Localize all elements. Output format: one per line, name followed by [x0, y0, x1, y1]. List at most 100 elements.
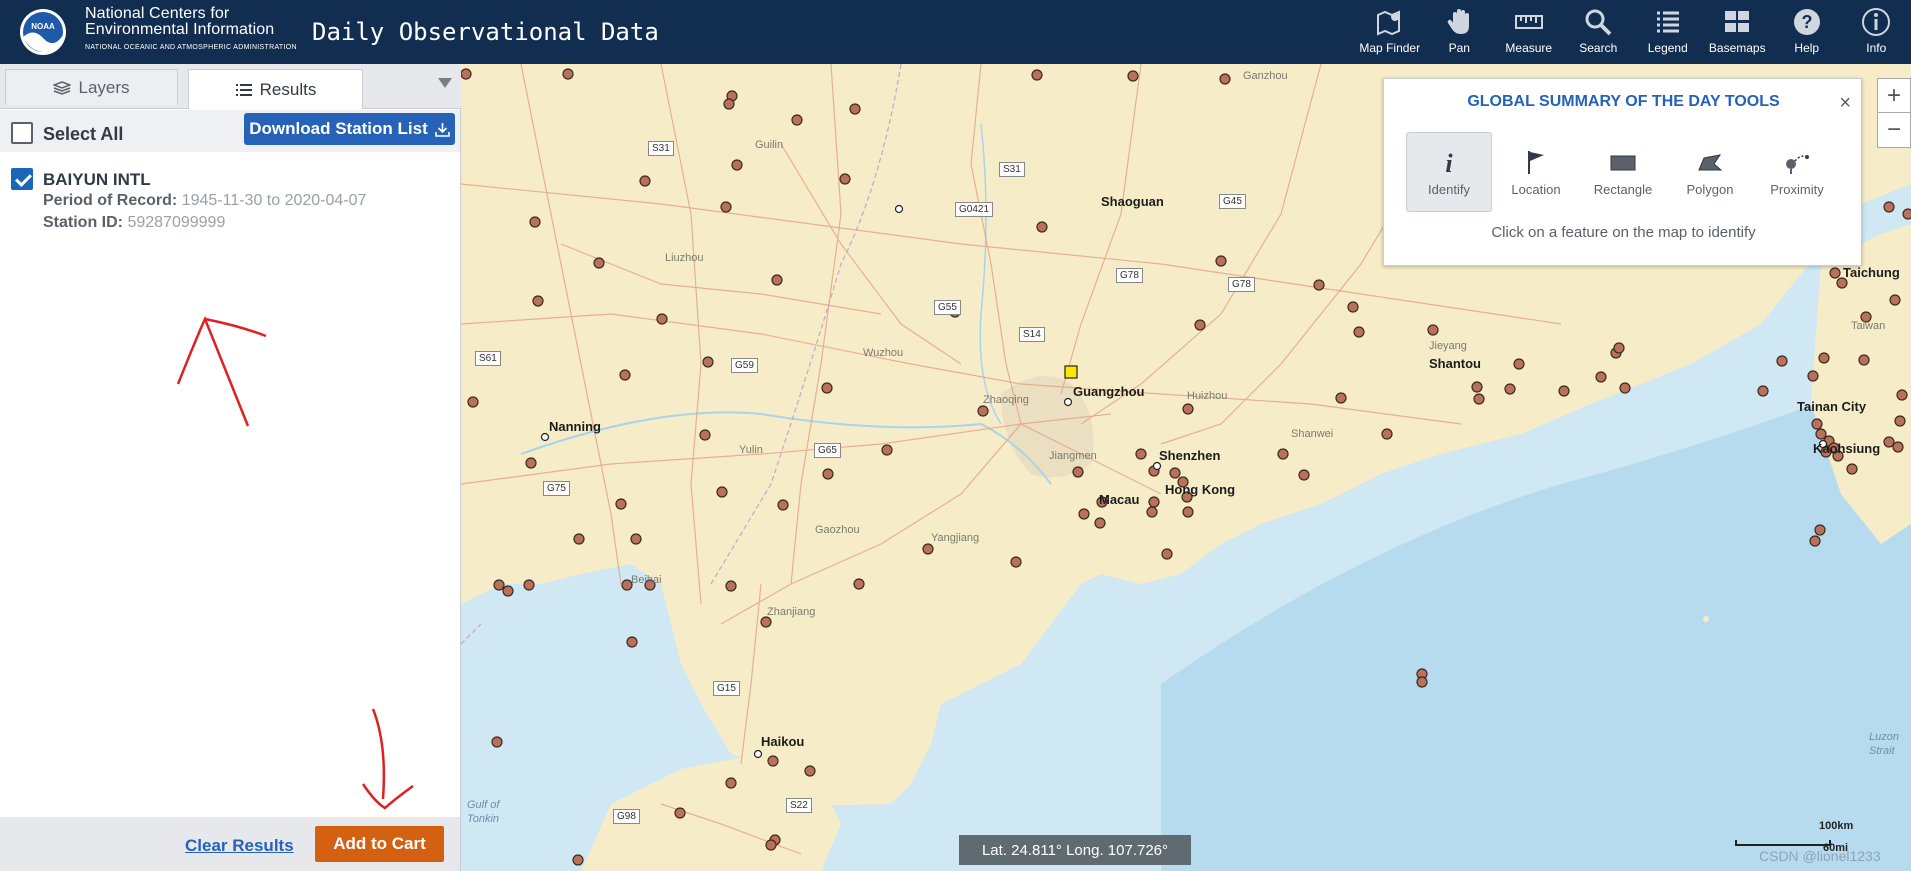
- water-label: Gulf of Tonkin: [467, 799, 500, 825]
- place-label: Ganzhou: [1243, 70, 1288, 82]
- search-label: Search: [1579, 41, 1618, 55]
- period-of-record: Period of Record: 1945-11-30 to 2020-04-…: [43, 192, 366, 210]
- proximity-label: Proximity: [1770, 181, 1824, 197]
- legend-button[interactable]: Legend: [1633, 0, 1703, 64]
- search-icon: [1585, 9, 1612, 36]
- location-tool-button[interactable]: Location: [1493, 132, 1579, 212]
- place-label: Tainan City: [1797, 399, 1867, 414]
- zoom-out-button[interactable]: −: [1878, 113, 1910, 147]
- station-name[interactable]: BAIYUN INTL: [43, 170, 151, 190]
- place-label: Guangzhou: [1073, 384, 1145, 399]
- scale-line: [1735, 840, 1831, 846]
- basemaps-button[interactable]: Basemaps: [1703, 0, 1773, 64]
- tab-layers-label: Layers: [78, 77, 130, 97]
- location-label: Location: [1511, 181, 1561, 197]
- info-label: Info: [1866, 41, 1887, 55]
- road-shield: G0421: [955, 202, 994, 217]
- app-title: Daily Observational Data: [312, 18, 659, 46]
- polygon-tool-button[interactable]: Polygon: [1667, 132, 1753, 212]
- place-label: Yulin: [739, 444, 763, 456]
- layers-icon: [53, 80, 72, 95]
- select-all-checkbox[interactable]: [11, 122, 33, 144]
- place-label: Shenzhen: [1159, 448, 1221, 463]
- road-shield: S14: [1019, 327, 1045, 342]
- sidebar-tabs: Layers Results: [0, 64, 461, 109]
- pan-button[interactable]: Pan: [1425, 0, 1495, 64]
- water-label: Luzon Strait: [1869, 731, 1899, 757]
- download-station-list-button[interactable]: Download Station List: [244, 113, 455, 145]
- zoom-in-button[interactable]: +: [1878, 79, 1910, 113]
- flag-icon: [1528, 150, 1544, 174]
- place-label: Zhanjiang: [767, 606, 816, 618]
- tools-row: i Identify Location Rectangle Polygon Pr…: [1406, 132, 1841, 212]
- measure-ruler-icon: [1514, 15, 1543, 29]
- station-id-value: 59287099999: [127, 214, 226, 231]
- polygon-label: Polygon: [1686, 181, 1734, 197]
- proximity-icon: [1786, 154, 1809, 174]
- place-label: Jieyang: [1429, 340, 1467, 352]
- add-to-cart-button[interactable]: Add to Cart: [315, 826, 444, 862]
- proximity-tool-button[interactable]: Proximity: [1754, 132, 1840, 212]
- place-label: Huizhou: [1187, 390, 1228, 402]
- clear-results-link[interactable]: Clear Results: [185, 836, 294, 856]
- measure-label: Measure: [1505, 41, 1553, 55]
- help-button[interactable]: ? Help: [1772, 0, 1842, 64]
- rectangle-tool-button[interactable]: Rectangle: [1580, 132, 1666, 212]
- selected-station-marker: [1064, 365, 1078, 379]
- annotation-arrow-up: [176, 315, 267, 427]
- watermark: CSDN @lionel1233: [1759, 848, 1881, 864]
- road-shield: S61: [475, 351, 501, 366]
- place-label: Kaohsiung: [1813, 441, 1881, 456]
- tab-results[interactable]: Results: [188, 69, 363, 109]
- info-button[interactable]: Info: [1842, 0, 1911, 64]
- noaa-logo: NOAA: [20, 9, 66, 55]
- tab-layers[interactable]: Layers: [5, 69, 178, 105]
- app-header: NOAA National Centers for Environmental …: [0, 0, 1911, 64]
- place-label: Nanning: [549, 419, 601, 434]
- identify-label: Identify: [1428, 181, 1470, 197]
- map-finder-label: Map Finder: [1359, 41, 1421, 55]
- tools-panel-hint: Click on a feature on the map to identif…: [1491, 224, 1756, 241]
- place-label: Shanwei: [1291, 428, 1334, 440]
- tools-panel-title: GLOBAL SUMMARY OF THE DAY TOOLS: [1467, 93, 1780, 110]
- station-id: Station ID: 59287099999: [43, 214, 225, 232]
- result-checkbox[interactable]: [11, 168, 33, 190]
- download-icon: [434, 122, 450, 137]
- map-finder-icon: [1376, 10, 1400, 36]
- place-label: Beihai: [631, 574, 662, 586]
- identify-tool-button[interactable]: i Identify: [1406, 132, 1492, 212]
- annotation-arrow-down: [361, 708, 414, 810]
- help-label: Help: [1794, 41, 1820, 55]
- main-toolbar: Map Finder Pan Measure Search Legend Bas…: [1355, 0, 1911, 64]
- org-line-3: NATIONAL OCEANIC AND ATMOSPHERIC ADMINIS…: [85, 44, 297, 51]
- org-name: National Centers for Environmental Infor…: [85, 6, 297, 56]
- app-window: NOAA National Centers for Environmental …: [0, 0, 1911, 871]
- road-shield: G75: [543, 481, 570, 496]
- road-shield: G59: [731, 358, 758, 373]
- svg-text:i: i: [1445, 149, 1453, 176]
- station-id-label: Station ID:: [43, 214, 123, 231]
- place-label: Macau: [1099, 492, 1140, 507]
- search-button[interactable]: Search: [1564, 0, 1634, 64]
- measure-button[interactable]: Measure: [1494, 0, 1564, 64]
- place-label: Yangjiang: [931, 532, 980, 544]
- basemaps-icon: [1725, 11, 1750, 32]
- road-shield: G65: [814, 443, 841, 458]
- download-label: Download Station List: [249, 119, 428, 138]
- road-shield: G45: [1219, 194, 1246, 209]
- period-value: 1945-11-30 to 2020-04-07: [181, 192, 367, 209]
- gsod-tools-panel: GLOBAL SUMMARY OF THE DAY TOOLS × i Iden…: [1383, 78, 1862, 266]
- map-finder-button[interactable]: Map Finder: [1355, 0, 1425, 64]
- tab-menu-chevron-down-icon[interactable]: [438, 78, 452, 88]
- scale-bar: 100km 60mi: [1735, 820, 1855, 854]
- pan-hand-icon: [1447, 9, 1470, 34]
- place-label: Hong Kong: [1165, 482, 1236, 497]
- select-bar: Select All Download Station List: [0, 110, 460, 152]
- tab-results-label: Results: [259, 79, 317, 99]
- road-shield: G98: [613, 809, 640, 824]
- road-shield: S31: [999, 162, 1025, 177]
- rectangle-label: Rectangle: [1593, 181, 1653, 197]
- close-icon[interactable]: ×: [1839, 92, 1851, 115]
- svg-text:?: ?: [1801, 12, 1812, 32]
- sidebar-footer: Clear Results Add to Cart: [0, 817, 460, 871]
